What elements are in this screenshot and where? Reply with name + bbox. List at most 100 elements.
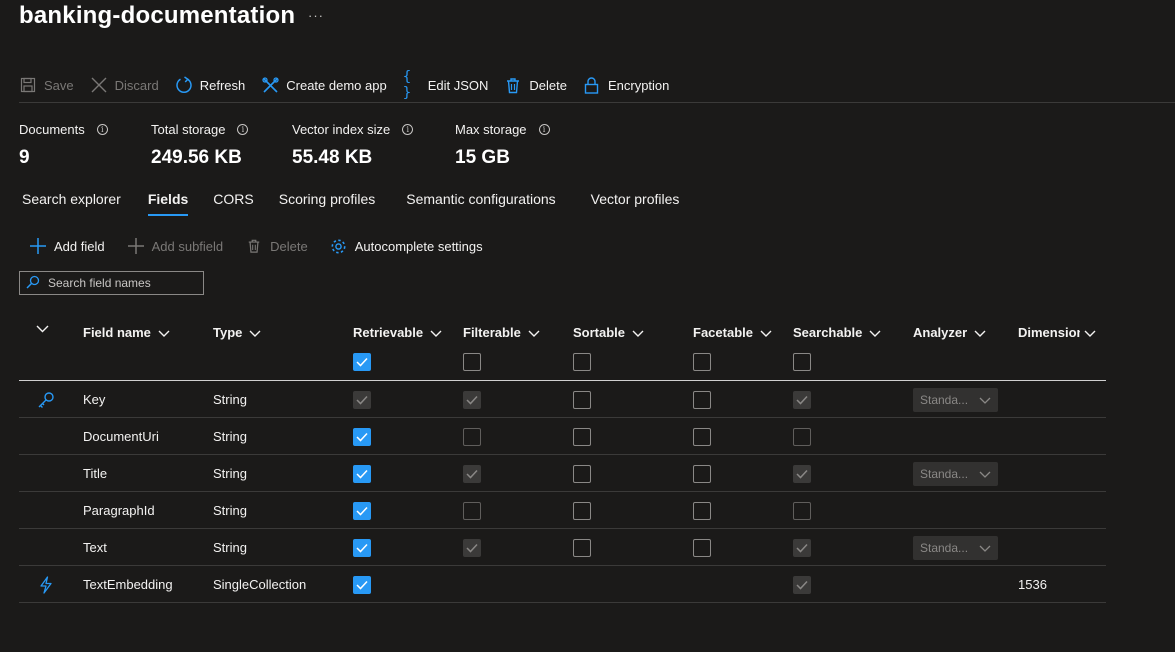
column-label: Searchable [793,325,863,340]
delete-field-button[interactable]: Delete [245,235,308,257]
stat-documents: Documents i 9 [19,122,151,169]
analyzer-value: Standa... [920,540,969,555]
delete-button[interactable]: Delete [504,74,567,96]
facetable-all-checkbox[interactable] [693,353,711,371]
table-row[interactable]: ParagraphId String [19,492,1106,529]
chevron-down-icon [760,325,772,340]
field-name: Text [83,540,107,555]
retrievable-all-checkbox[interactable] [353,353,371,371]
more-options-button[interactable]: ··· [308,8,324,23]
search-input[interactable] [48,276,198,290]
sortable-all-checkbox[interactable] [573,353,591,371]
plus-icon [29,237,47,255]
column-header-facetable[interactable]: Facetable [693,325,772,340]
stat-max-storage-value: 15 GB [455,147,510,168]
stat-documents-value: 9 [19,147,30,168]
retrievable-checkbox[interactable] [353,538,371,557]
add-field-button[interactable]: Add field [29,235,105,257]
filterable-all-checkbox[interactable] [463,353,481,371]
field-name: ParagraphId [83,503,155,518]
search-icon [26,275,40,292]
tab-cors[interactable]: CORS [213,190,253,216]
tab-fields[interactable]: Fields [147,190,189,216]
tab-search-explorer[interactable]: Search explorer [22,190,121,216]
facetable-checkbox[interactable] [693,427,711,446]
refresh-label: Refresh [199,77,246,93]
sortable-checkbox[interactable] [573,538,591,557]
info-icon[interactable]: i [96,124,108,135]
search-field-names[interactable] [19,271,204,295]
table-row[interactable]: Key String Standa... [19,381,1106,418]
searchable-checkbox [793,390,811,409]
column-header-field-name[interactable]: Field name [83,325,170,340]
column-label: Facetable [693,325,753,340]
info-icon[interactable]: i [538,124,550,135]
sortable-checkbox[interactable] [573,390,591,409]
sortable-checkbox[interactable] [573,501,591,520]
searchable-checkbox [793,501,811,520]
stat-total-storage-value: 249.56 KB [151,147,242,168]
add-field-label: Add field [54,238,105,254]
chevron-down-icon [869,325,881,340]
facetable-checkbox[interactable] [693,390,711,409]
sortable-checkbox[interactable] [573,464,591,483]
fields-table: Field name Type Retrievable Filterable S… [19,318,1106,603]
facetable-checkbox[interactable] [693,501,711,520]
column-label: Analyzer [913,325,968,340]
column-label: Dimension [1018,325,1080,340]
column-header-dimension[interactable]: Dimension [1018,325,1096,340]
tab-semantic-configurations[interactable]: Semantic configurations [406,190,555,216]
stat-max-storage: Max storage i 15 GB [455,122,585,169]
trash-icon [245,237,263,255]
info-icon[interactable]: i [237,124,249,135]
edit-json-button[interactable]: { } Edit JSON [403,69,489,101]
column-header-retrievable[interactable]: Retrievable [353,325,442,340]
searchable-checkbox [793,464,811,483]
autocomplete-settings-button[interactable]: Autocomplete settings [330,235,483,257]
retrievable-checkbox[interactable] [353,427,371,446]
field-name: Title [83,466,108,481]
delete-field-label: Delete [270,238,308,254]
analyzer-value: Standa... [920,466,969,481]
column-header-analyzer[interactable]: Analyzer [913,325,986,340]
table-row[interactable]: DocumentUri String [19,418,1106,455]
filterable-checkbox [463,538,481,557]
expand-all-chevron-down-icon[interactable] [36,325,49,333]
refresh-button[interactable]: Refresh [175,74,246,96]
create-demo-app-button[interactable]: Create demo app [261,74,387,96]
table-row[interactable]: Title String Standa... [19,455,1106,492]
table-row[interactable]: Text String Standa... [19,529,1106,566]
delete-label: Delete [529,77,567,93]
tools-icon [261,76,279,94]
table-row[interactable]: TextEmbedding SingleCollection 1536 [19,566,1106,603]
column-header-filterable[interactable]: Filterable [463,325,540,340]
retrievable-checkbox[interactable] [353,464,371,483]
encryption-button[interactable]: Encryption [583,74,669,96]
trash-icon [504,76,522,94]
facetable-checkbox[interactable] [693,538,711,557]
tab-vector-profiles[interactable]: Vector profiles [591,190,680,216]
info-icon[interactable]: i [402,124,414,135]
analyzer-dropdown: Standa... [913,535,998,560]
column-header-type[interactable]: Type [213,325,261,340]
fields-toolbar: Add field Add subfield Delete Autocomple… [29,236,505,256]
column-label: Retrievable [353,325,424,340]
column-header-searchable[interactable]: Searchable [793,325,881,340]
searchable-checkbox [793,427,811,446]
facetable-checkbox[interactable] [693,464,711,483]
save-button[interactable]: Save [19,74,74,96]
discard-button[interactable]: Discard [90,74,159,96]
filterable-checkbox [463,501,481,520]
retrievable-checkbox[interactable] [353,575,371,594]
create-demo-app-label: Create demo app [286,77,387,93]
analyzer-dropdown: Standa... [913,387,998,412]
tab-scoring-profiles[interactable]: Scoring profiles [279,190,376,216]
chevron-down-icon [632,325,644,340]
column-header-sortable[interactable]: Sortable [573,325,644,340]
add-subfield-button[interactable]: Add subfield [127,235,223,257]
discard-label: Discard [114,77,159,93]
sortable-checkbox[interactable] [573,427,591,446]
retrievable-checkbox[interactable] [353,501,371,520]
stat-total-storage: Total storage i 249.56 KB [151,122,292,169]
searchable-all-checkbox[interactable] [793,353,811,371]
